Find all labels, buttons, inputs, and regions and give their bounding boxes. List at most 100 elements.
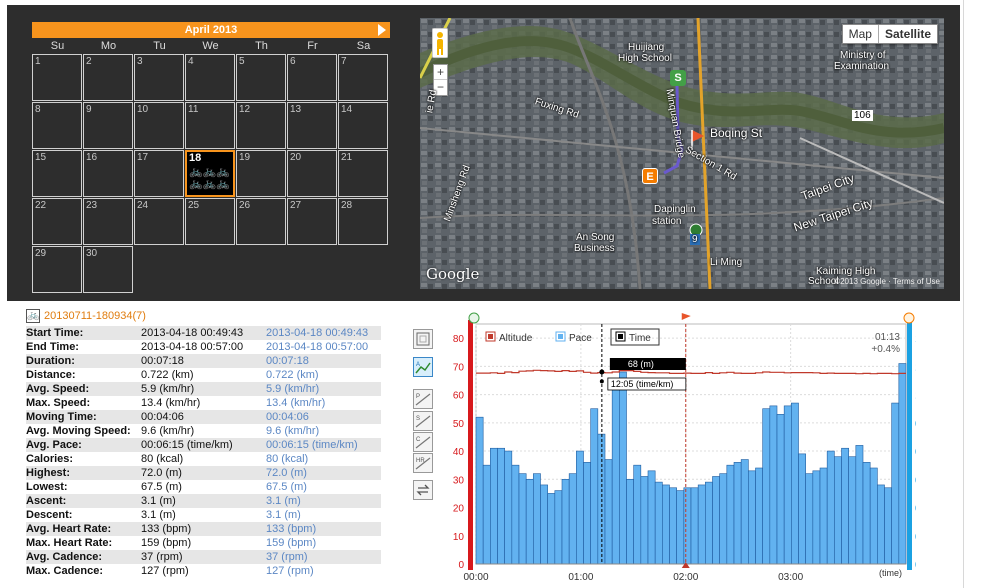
stat-label: Max. Cadence: <box>26 565 104 577</box>
calendar-day[interactable]: 12 <box>236 102 286 149</box>
pace-bar <box>834 456 842 565</box>
calendar-day-number: 8 <box>35 104 41 115</box>
route-map[interactable]: + − Map Satellite S E Huijiang High Scho… <box>420 18 944 289</box>
map-type-map-button[interactable]: Map <box>843 25 878 43</box>
stat-value: 67.5 (m) <box>141 481 182 493</box>
y-left-tick-label: 60 <box>453 391 465 402</box>
map-label-ministry: Ministry of <box>840 50 886 61</box>
y-right-tick-label: 13:20 <box>915 334 916 345</box>
top-panel: April 2013 Su Mo Tu We Th Fr Sa 1 2 3 4 5 6 7 8 9 10 11 1… <box>7 5 960 301</box>
chart-mode-heart-rate-icon[interactable]: HR <box>413 453 433 473</box>
calendar-day[interactable]: 8 <box>32 102 82 149</box>
next-month-arrow-icon[interactable] <box>378 24 386 36</box>
calendar-day-number: 12 <box>239 104 251 115</box>
stat-value: 72.0 (m) <box>141 467 182 479</box>
map-copyright: ©2013 Google · Terms of Use <box>834 277 940 286</box>
chart-start-marker-icon <box>468 312 480 324</box>
pace-bar <box>633 464 642 565</box>
calendar-day[interactable]: 20 <box>287 150 337 197</box>
chart-mode-speed-icon[interactable]: S <box>413 411 433 431</box>
weekday-label: Mo <box>100 40 117 52</box>
pace-bar <box>676 490 685 565</box>
pace-bar <box>482 464 491 565</box>
zoom-fit-tool-icon[interactable] <box>413 329 433 349</box>
track-header: 🚲 20130711-180934(7) <box>26 308 146 324</box>
calendar-day[interactable]: 14 <box>338 102 388 149</box>
legend-altitude-swatch-fill <box>488 334 493 339</box>
calendar-day[interactable]: 19 <box>236 150 286 197</box>
corner-percent-text: +0.4% <box>871 344 900 355</box>
y-left-tick-label: 10 <box>453 532 465 543</box>
y-right-tick-label: 03:20 <box>915 504 916 515</box>
swap-chart-icon[interactable] <box>413 480 433 500</box>
chart-mode-cadence-icon[interactable]: C <box>413 432 433 452</box>
route-start-marker[interactable]: S <box>670 70 686 86</box>
y-right-tick-label: 05:00 <box>915 475 916 486</box>
calendar-day[interactable]: 26 <box>236 198 286 245</box>
stats-row: Max. Cadence: 127 (rpm) 127 (rpm) <box>26 564 381 578</box>
calendar-day[interactable]: 16 <box>83 150 133 197</box>
calendar-day[interactable]: 25 <box>185 198 235 245</box>
calendar-day[interactable]: 11 <box>185 102 235 149</box>
pace-bar <box>762 408 771 565</box>
calendar-day-number: 23 <box>86 200 98 211</box>
calendar-empty-cell <box>287 246 337 293</box>
calendar-empty-cell <box>185 246 235 293</box>
track-name[interactable]: 20130711-180934(7) <box>44 310 146 322</box>
zoom-in-button[interactable]: + <box>434 65 447 80</box>
svg-text:A: A <box>416 362 420 368</box>
pace-bar <box>812 470 821 565</box>
calendar-day[interactable]: 21 <box>338 150 388 197</box>
calendar-day[interactable]: 7 <box>338 54 388 101</box>
calendar-day[interactable]: 23 <box>83 198 133 245</box>
calendar-day[interactable]: 13 <box>287 102 337 149</box>
pace-bar <box>504 450 513 565</box>
calendar-day[interactable]: 28 <box>338 198 388 245</box>
chart-mode-pace-icon[interactable]: P <box>413 389 433 409</box>
calendar-day[interactable]: 3 <box>134 54 184 101</box>
corner-time-text: 01:13 <box>875 332 900 343</box>
calendar-day[interactable]: 17 <box>134 150 184 197</box>
calendar-day[interactable]: 5 <box>236 54 286 101</box>
pace-bar <box>518 473 527 565</box>
map-type-satellite-button[interactable]: Satellite <box>877 25 937 43</box>
calendar-day[interactable]: 29 <box>32 246 82 293</box>
calendar-day[interactable]: 27 <box>287 198 337 245</box>
stat-compare-value: 133 (bpm) <box>266 523 317 535</box>
stat-compare-value: 159 (bpm) <box>266 537 317 549</box>
calendar-day-number: 24 <box>137 200 149 211</box>
calendar-day[interactable]: 9 <box>83 102 133 149</box>
calendar-day-number: 22 <box>35 200 47 211</box>
street-view-pegman-icon[interactable] <box>432 28 448 58</box>
stats-table: Start Time: 2013-04-18 00:49:43 2013-04-18… <box>26 326 381 578</box>
bike-activity-icon: 🚲 <box>26 309 40 323</box>
calendar-day[interactable]: 1 <box>32 54 82 101</box>
pace-bar <box>683 487 692 565</box>
chart-mode-altitude-icon[interactable]: A <box>413 357 433 377</box>
stat-label: Avg. Pace: <box>26 439 82 451</box>
route-end-marker[interactable]: E <box>642 168 658 184</box>
calendar-day[interactable]: 10 <box>134 102 184 149</box>
y-left-tick-label: 20 <box>453 504 465 515</box>
calendar-day[interactable]: 2 <box>83 54 133 101</box>
weekday-label: Tu <box>153 40 166 52</box>
calendar-day[interactable]: 24 <box>134 198 184 245</box>
calendar-day[interactable]: 4 <box>185 54 235 101</box>
stat-value: 37 (rpm) <box>141 551 183 563</box>
calendar-day[interactable]: 15 <box>32 150 82 197</box>
pace-bar <box>869 467 878 565</box>
stat-compare-value: 9.6 (km/hr) <box>266 425 320 437</box>
calendar-empty-cell <box>134 246 184 293</box>
stats-row: End Time: 2013-04-18 00:57:00 2013-04-18 0… <box>26 340 381 354</box>
calendar-day[interactable]: 22 <box>32 198 82 245</box>
pace-bar <box>826 450 835 565</box>
calendar-day-selected[interactable]: 18 🚲🚲🚲 🚲🚲🚲 <box>185 150 235 197</box>
calendar-day[interactable]: 30 <box>83 246 133 293</box>
calendar-day[interactable]: 6 <box>287 54 337 101</box>
pace-bar <box>791 402 799 565</box>
cursor-pace-label: 12:05 (time/km) <box>611 379 674 389</box>
calendar-day-number: 20 <box>290 152 302 163</box>
pace-bar <box>884 487 892 565</box>
activity-chart[interactable]: 68 (m) 12:05 (time/km) Altitude Pace Time 01:… <box>446 310 916 588</box>
map-type-toggle: Map Satellite <box>841 24 938 44</box>
